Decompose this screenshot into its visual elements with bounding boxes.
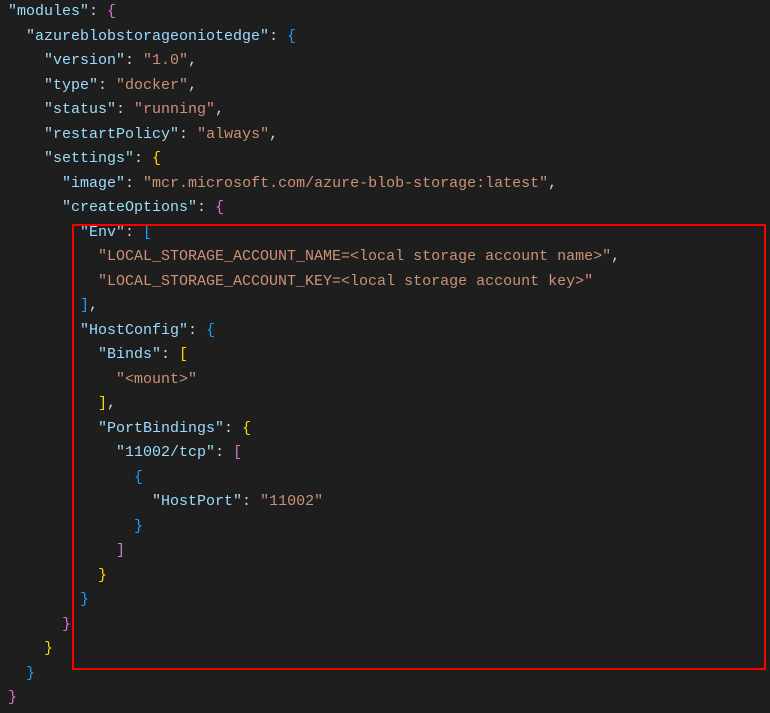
code-line: }: [0, 613, 770, 638]
code-line: "version": "1.0",: [0, 49, 770, 74]
json-string: "running": [134, 101, 215, 118]
code-line: "restartPolicy": "always",: [0, 123, 770, 148]
code-line: "<mount>": [0, 368, 770, 393]
code-line: "image": "mcr.microsoft.com/azure-blob-s…: [0, 172, 770, 197]
json-string: "LOCAL_STORAGE_ACCOUNT_NAME=<local stora…: [98, 248, 611, 265]
code-line: "LOCAL_STORAGE_ACCOUNT_NAME=<local stora…: [0, 245, 770, 270]
code-line: "PortBindings": {: [0, 417, 770, 442]
json-key: "HostConfig": [80, 322, 188, 339]
code-line: ],: [0, 294, 770, 319]
json-key: "image": [62, 175, 125, 192]
json-key: "PortBindings": [98, 420, 224, 437]
code-line: "azureblobstorageoniotedge": {: [0, 25, 770, 50]
json-key: "Binds": [98, 346, 161, 363]
code-line: "LOCAL_STORAGE_ACCOUNT_KEY=<local storag…: [0, 270, 770, 295]
code-line: "status": "running",: [0, 98, 770, 123]
json-key: "modules": [8, 3, 89, 20]
json-key: "version": [44, 52, 125, 69]
code-line: "Env": [: [0, 221, 770, 246]
code-line: }: [0, 564, 770, 589]
code-line: "11002/tcp": [: [0, 441, 770, 466]
code-line: }: [0, 686, 770, 711]
json-string: "docker": [116, 77, 188, 94]
code-line: "settings": {: [0, 147, 770, 172]
code-line: ],: [0, 392, 770, 417]
code-line: }: [0, 662, 770, 687]
code-line: "createOptions": {: [0, 196, 770, 221]
json-key: "HostPort": [152, 493, 242, 510]
json-key: "azureblobstorageoniotedge": [26, 28, 269, 45]
code-line: }: [0, 588, 770, 613]
code-line: ]: [0, 539, 770, 564]
code-editor[interactable]: "modules": { "azureblobstorageoniotedge"…: [0, 0, 770, 713]
json-key: "type": [44, 77, 98, 94]
json-key: "11002/tcp": [116, 444, 215, 461]
code-line: "type": "docker",: [0, 74, 770, 99]
json-string: "1.0": [143, 52, 188, 69]
code-line: "HostConfig": {: [0, 319, 770, 344]
json-key: "status": [44, 101, 116, 118]
json-string: "LOCAL_STORAGE_ACCOUNT_KEY=<local storag…: [98, 273, 593, 290]
json-key: "Env": [80, 224, 125, 241]
code-line: }: [0, 637, 770, 662]
code-line: }: [0, 515, 770, 540]
code-line: "modules": {: [0, 0, 770, 25]
json-key: "settings": [44, 150, 134, 167]
json-key: "createOptions": [62, 199, 197, 216]
json-string: "11002": [260, 493, 323, 510]
json-key: "restartPolicy": [44, 126, 179, 143]
json-string: "<mount>": [116, 371, 197, 388]
json-string: "mcr.microsoft.com/azure-blob-storage:la…: [143, 175, 548, 192]
code-line: "HostPort": "11002": [0, 490, 770, 515]
code-line: {: [0, 466, 770, 491]
json-string: "always": [197, 126, 269, 143]
code-line: "Binds": [: [0, 343, 770, 368]
